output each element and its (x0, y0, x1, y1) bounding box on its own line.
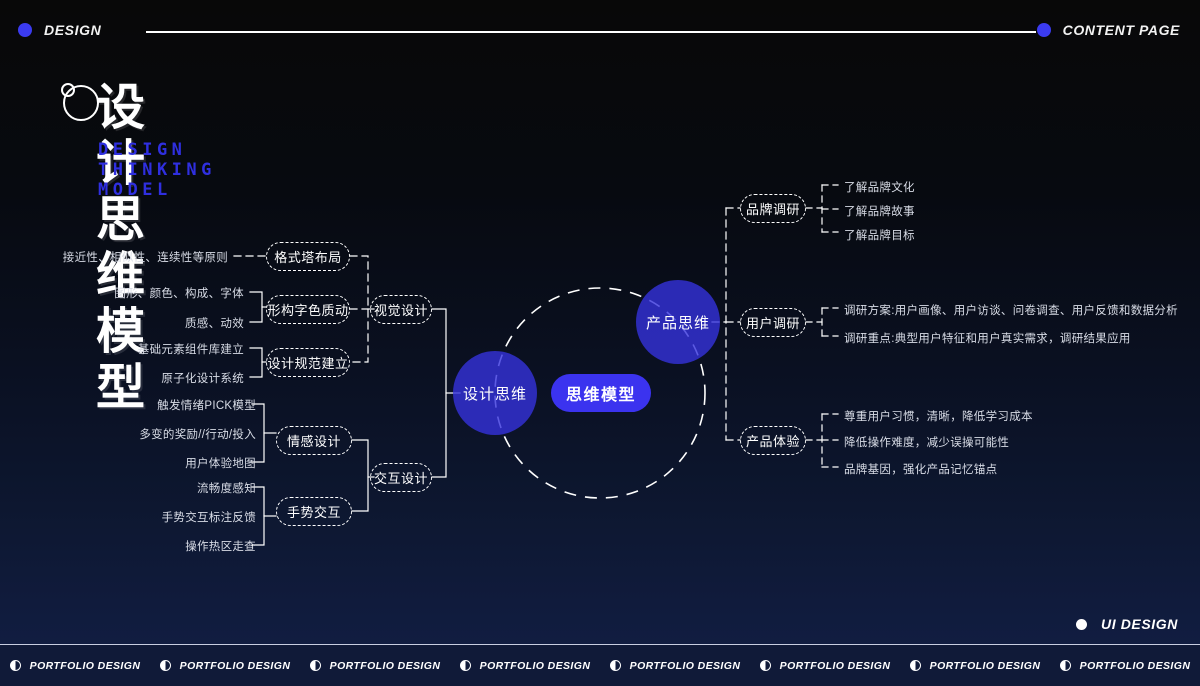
leaf-text: 用户体验地图 (185, 458, 256, 470)
leaf-text: 接近性、相似性、连续性等原则 (62, 252, 228, 264)
half-filled-circle-icon (609, 660, 621, 671)
footer-item: PORTFOLIO DESIGN (750, 660, 900, 672)
white-dot-icon (1076, 618, 1088, 630)
half-filled-circle-icon (759, 660, 771, 671)
node-emotional-design[interactable]: 情感设计 (276, 426, 352, 455)
half-filled-circle-icon (9, 660, 21, 671)
footer-item-label: PORTFOLIO DESIGN (929, 659, 1041, 672)
node-geshita-layout[interactable]: 格式塔布局 (266, 242, 350, 271)
leaf-text: 质感、动效 (185, 318, 244, 330)
node-product-experience[interactable]: 产品体验 (740, 426, 806, 455)
leaf-text: 尊重用户习惯，清晰，降低学习成本 (844, 411, 1033, 423)
node-interaction-design[interactable]: 交互设计 (370, 463, 432, 492)
footer-item: PORTFOLIO DESIGN (450, 660, 600, 672)
footer-item: PORTFOLIO DESIGN (300, 660, 450, 672)
slide-root: DESIGN CONTENT PAGE 设计思维模型 DESIGN THINKI… (0, 0, 1200, 686)
leaf-text: 了解品牌目标 (844, 230, 915, 242)
node-user-research[interactable]: 用户调研 (740, 308, 806, 337)
leaf-text: 调研方案:用户画像、用户访谈、问卷调查、用户反馈和数据分析 (844, 305, 1178, 317)
footer-item: PORTFOLIO DESIGN (150, 660, 300, 672)
leaf-text: 基础元素组件库建立 (137, 344, 244, 356)
leaf-text: 操作热区走查 (185, 541, 256, 553)
ui-design-label-group: UI DESIGN (1076, 616, 1178, 632)
half-filled-circle-icon (459, 660, 471, 671)
node-form-color-motion[interactable]: 形构字色质动 (266, 295, 350, 324)
footer-item-label: PORTFOLIO DESIGN (1079, 659, 1191, 672)
footer-item-label: PORTFOLIO DESIGN (779, 659, 891, 672)
footer-item: PORTFOLIO DESIGN (1050, 660, 1200, 672)
circle-design-thinking[interactable]: 设计思维 (453, 351, 537, 435)
node-gesture-interaction[interactable]: 手势交互 (276, 497, 352, 526)
circle-product-thinking[interactable]: 产品思维 (636, 280, 720, 364)
footer-item-label: PORTFOLIO DESIGN (29, 659, 141, 672)
leaf-text: 流畅度感知 (197, 483, 256, 495)
leaf-text: 手势交互标注反馈 (161, 512, 256, 524)
footer-item-label: PORTFOLIO DESIGN (629, 659, 741, 672)
leaf-text: 图形、颜色、构成、字体 (114, 288, 244, 300)
footer-item-label: PORTFOLIO DESIGN (329, 659, 441, 672)
footer-item-label: PORTFOLIO DESIGN (179, 659, 291, 672)
footer-item: PORTFOLIO DESIGN (900, 660, 1050, 672)
half-filled-circle-icon (159, 660, 171, 671)
leaf-text: 品牌基因，强化产品记忆锚点 (844, 464, 998, 476)
leaf-text: 了解品牌文化 (844, 182, 915, 194)
half-filled-circle-icon (309, 660, 321, 671)
node-design-spec[interactable]: 设计规范建立 (266, 348, 350, 377)
leaf-text: 原子化设计系统 (161, 373, 244, 385)
footer-item: PORTFOLIO DESIGN (0, 660, 150, 672)
leaf-text: 多变的奖励//行动/投入 (139, 429, 256, 441)
footer-strip: PORTFOLIO DESIGN PORTFOLIO DESIGN PORTFO… (0, 644, 1200, 686)
leaf-text: 调研重点:典型用户特征和用户真实需求，调研结果应用 (844, 333, 1131, 345)
mindmap-canvas: 接近性、相似性、连续性等原则 图形、颜色、构成、字体 质感、动效 基础元素组件库… (0, 0, 1200, 686)
node-visual-design[interactable]: 视觉设计 (370, 295, 432, 324)
leaf-text: 降低操作难度，减少误操可能性 (844, 437, 1010, 449)
ui-design-label: UI DESIGN (1101, 616, 1178, 632)
half-filled-circle-icon (909, 660, 921, 671)
half-filled-circle-icon (1059, 660, 1071, 671)
core-node-thinking-model[interactable]: 思维模型 (551, 374, 651, 412)
footer-item-label: PORTFOLIO DESIGN (479, 659, 591, 672)
footer-item: PORTFOLIO DESIGN (600, 660, 750, 672)
leaf-text: 了解品牌故事 (844, 206, 915, 218)
leaf-text: 触发情绪PICK模型 (157, 400, 256, 412)
node-brand-research[interactable]: 品牌调研 (740, 194, 806, 223)
